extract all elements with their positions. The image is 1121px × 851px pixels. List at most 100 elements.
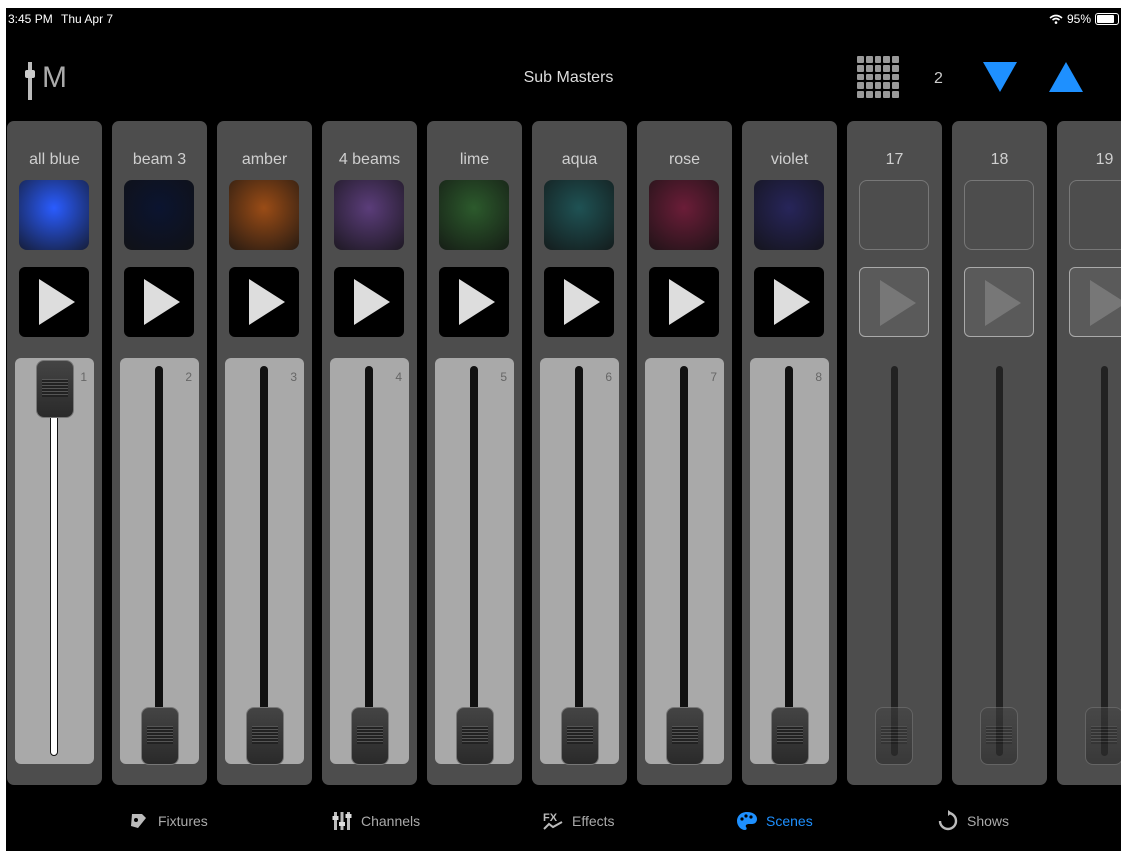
play-icon [249, 279, 285, 325]
submaster-strip: rose 7 [637, 121, 732, 785]
fader-number: 6 [605, 370, 612, 384]
grid-icon[interactable] [857, 56, 899, 98]
play-button[interactable] [649, 267, 719, 337]
fader-track [996, 366, 1003, 756]
page-number: 2 [934, 70, 943, 87]
status-date: Thu Apr 7 [61, 12, 114, 26]
play-icon [774, 279, 810, 325]
strip-label: beam 3 [132, 151, 187, 168]
submaster-strip: all blue 1 [7, 121, 102, 785]
play-icon [39, 279, 75, 325]
tab-effects[interactable]: FX Effects [542, 810, 615, 832]
tab-scenes[interactable]: Scenes [736, 810, 813, 832]
fader-handle[interactable] [980, 707, 1018, 765]
fader-track-panel[interactable]: 7 [645, 358, 724, 764]
fixtures-icon [131, 814, 146, 828]
fader-track-panel[interactable]: 2 [120, 358, 199, 764]
fader-handle[interactable] [36, 360, 74, 418]
scene-thumbnail[interactable] [964, 180, 1034, 250]
app-window: 3:45 PM Thu Apr 7 95% M Sub Masters 2 al… [6, 8, 1121, 851]
effects-icon: FX [543, 812, 563, 830]
fader-handle[interactable] [666, 707, 704, 765]
strip-label: aqua [561, 151, 598, 168]
scene-thumbnail[interactable] [859, 180, 929, 250]
fader-number: 7 [710, 370, 717, 384]
scene-thumbnail[interactable] [649, 180, 719, 250]
fader-track [891, 366, 898, 756]
fader-handle[interactable] [771, 707, 809, 765]
play-icon [144, 279, 180, 325]
strip-label: all blue [29, 151, 80, 168]
fader-track [575, 366, 583, 756]
strip-label: amber [241, 151, 288, 168]
fader-number: 1 [80, 370, 87, 384]
scenes-icon [737, 812, 757, 830]
fader-handle[interactable] [141, 707, 179, 765]
play-button[interactable] [229, 267, 299, 337]
play-icon [354, 279, 390, 325]
play-button[interactable] [439, 267, 509, 337]
fader-track-panel[interactable]: 6 [540, 358, 619, 764]
scene-thumbnail[interactable] [229, 180, 299, 250]
strip-label: 4 beams [338, 151, 401, 168]
wifi-icon [1049, 14, 1063, 24]
strip-label: violet [770, 151, 809, 168]
fader-track [785, 366, 793, 756]
play-button[interactable] [334, 267, 404, 337]
tab-fixtures[interactable]: Fixtures [128, 810, 208, 832]
scene-thumbnail[interactable] [19, 180, 89, 250]
fader-number: 4 [395, 370, 402, 384]
submaster-strip: 19 [1057, 121, 1121, 785]
fader-track [365, 366, 373, 756]
fader-track-panel[interactable]: 5 [435, 358, 514, 764]
status-bar: 3:45 PM Thu Apr 7 95% [6, 8, 1121, 30]
fader-handle[interactable] [875, 707, 913, 765]
fader-track [260, 366, 268, 756]
fader-handle[interactable] [1085, 707, 1121, 765]
tab-shows[interactable]: Shows [937, 810, 1009, 832]
battery-percent: 95% [1066, 12, 1091, 26]
fader-track [470, 366, 478, 756]
fader-track-panel[interactable]: 3 [225, 358, 304, 764]
scene-thumbnail[interactable] [544, 180, 614, 250]
submaster-strip: amber 3 [217, 121, 312, 785]
fader-handle[interactable] [351, 707, 389, 765]
play-button[interactable] [754, 267, 824, 337]
strip-label: rose [668, 151, 701, 168]
scene-thumbnail[interactable] [124, 180, 194, 250]
fader-handle[interactable] [246, 707, 284, 765]
tab-bar: Fixtures Channels FX Effects Scenes Show… [6, 798, 1121, 848]
fader-track-panel[interactable]: 4 [330, 358, 409, 764]
play-icon [669, 279, 705, 325]
tab-channels[interactable]: Channels [331, 810, 420, 832]
submaster-strip: 4 beams 4 [322, 121, 417, 785]
submaster-strip: lime 5 [427, 121, 522, 785]
page-title: Sub Masters [523, 69, 614, 86]
submaster-strip: beam 3 2 [112, 121, 207, 785]
play-button[interactable] [19, 267, 89, 337]
play-button[interactable] [1069, 267, 1121, 337]
fader-handle[interactable] [456, 707, 494, 765]
page-down-button[interactable] [983, 62, 1017, 92]
scene-thumbnail[interactable] [1069, 180, 1121, 250]
play-icon [564, 279, 600, 325]
play-icon [880, 280, 916, 326]
play-icon [985, 280, 1021, 326]
scene-thumbnail[interactable] [334, 180, 404, 250]
fader-number: 3 [290, 370, 297, 384]
page-up-button[interactable] [1049, 62, 1083, 92]
play-button[interactable] [124, 267, 194, 337]
scene-thumbnail[interactable] [439, 180, 509, 250]
shows-icon [938, 810, 958, 831]
fader-number: 8 [815, 370, 822, 384]
fader-track-panel[interactable]: 8 [750, 358, 829, 764]
channels-icon [332, 812, 352, 830]
play-icon [459, 279, 495, 325]
fader-track-panel[interactable]: 1 [15, 358, 94, 764]
play-button[interactable] [859, 267, 929, 337]
play-button[interactable] [544, 267, 614, 337]
strip-label: 17 [885, 151, 904, 168]
play-button[interactable] [964, 267, 1034, 337]
scene-thumbnail[interactable] [754, 180, 824, 250]
fader-handle[interactable] [561, 707, 599, 765]
